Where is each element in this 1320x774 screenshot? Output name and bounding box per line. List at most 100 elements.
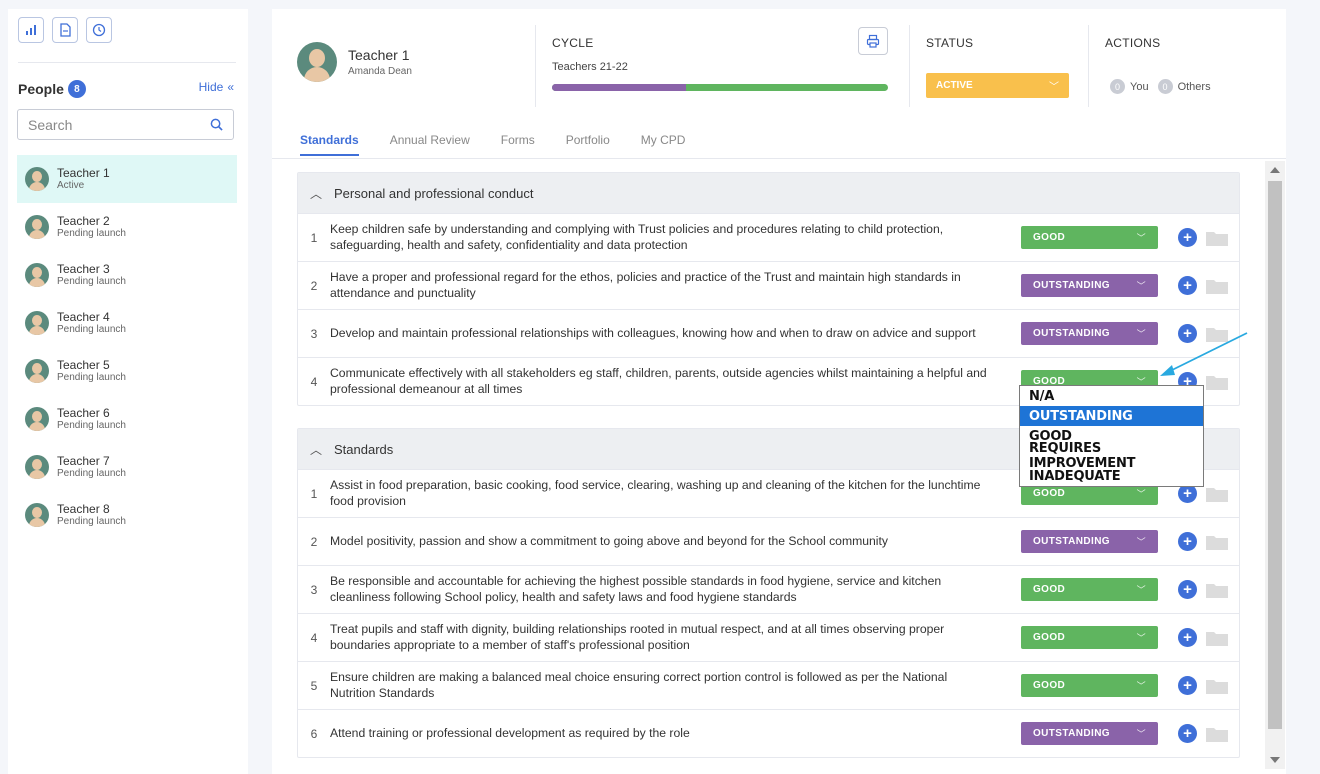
add-evidence-button[interactable]: + [1178,676,1197,695]
rating-select[interactable]: GOOD ﹀ [1021,626,1158,649]
avatar [25,455,49,479]
others-count-badge: 0 [1157,79,1173,94]
chevron-down-icon: ﹀ [1136,729,1146,739]
row-text: Assist in food preparation, basic cookin… [330,477,981,508]
others-label[interactable]: Others [1178,81,1211,93]
rating-option[interactable]: REQUIRES IMPROVEMENT [1020,441,1203,471]
folder-icon[interactable] [1206,630,1228,646]
person-status: Active [57,180,85,192]
person-item[interactable]: Teacher 6 Pending launch [17,395,237,443]
document-icon[interactable] [52,17,78,43]
rating-option[interactable]: OUTSTANDING [1020,406,1203,426]
header-person-subname: Amanda Dean [348,65,412,77]
row-number: 2 [310,534,318,549]
content-scrollbar[interactable] [1265,161,1285,769]
status-value: ACTIVE [936,80,973,91]
rating-option[interactable]: N/A [1020,386,1203,406]
standard-row: 2 Model positivity, passion and show a c… [298,517,1239,565]
rating-select[interactable]: GOOD ﹀ [1021,674,1158,697]
add-evidence-button[interactable]: + [1178,628,1197,647]
search-input[interactable] [28,116,210,133]
tab-standards[interactable]: Standards [300,133,359,156]
scroll-thumb[interactable] [1268,181,1282,729]
folder-icon[interactable] [1206,726,1228,742]
section-header[interactable]: ︿ Personal and professional conduct [298,173,1239,213]
print-button[interactable] [858,27,888,55]
hide-sidebar-link[interactable]: Hide « [199,80,234,94]
tab-my-cpd[interactable]: My CPD [641,133,686,156]
add-evidence-button[interactable]: + [1178,724,1197,743]
person-status: Pending launch [57,228,126,240]
chevron-down-icon: ﹀ [1136,233,1146,243]
standard-row: 3 Develop and maintain professional rela… [298,309,1239,357]
sidebar: People 8 Hide « Teacher 1Active Teacher … [8,9,248,774]
person-status: Pending launch [57,420,126,432]
add-evidence-button[interactable]: + [1178,228,1197,247]
actions-label: ACTIONS [1105,36,1161,50]
people-heading: People 8 [18,80,86,98]
you-label[interactable]: You [1130,81,1149,93]
folder-icon[interactable] [1206,486,1228,502]
person-name: Teacher 1 [57,165,110,180]
chevron-down-icon: ﹀ [1136,681,1146,691]
person-name: Teacher 7 [57,453,110,468]
rating-select[interactable]: OUTSTANDING ﹀ [1021,722,1158,745]
tabs-divider [272,158,1286,159]
person-item[interactable]: Teacher 7 Pending launch [17,443,237,491]
person-item[interactable]: Teacher 5 Pending launch [17,347,237,395]
person-item[interactable]: Teacher 1 Active [17,155,237,203]
row-text: Ensure children are making a balanced me… [330,669,948,700]
person-item[interactable]: Teacher 8 Pending launch [17,491,237,539]
rating-select[interactable]: OUTSTANDING ﹀ [1021,322,1158,345]
person-item[interactable]: Teacher 4 Pending launch [17,299,237,347]
row-text: Develop and maintain professional relati… [330,325,976,340]
scroll-down-arrow[interactable] [1270,757,1280,763]
avatar [25,263,49,287]
rating-select[interactable]: OUTSTANDING ﹀ [1021,530,1158,553]
person-item[interactable]: Teacher 3 Pending launch [17,251,237,299]
standard-row: 3 Be responsible and accountable for ach… [298,565,1239,613]
rating-value: OUTSTANDING [1033,728,1110,739]
tab-portfolio[interactable]: Portfolio [566,133,610,156]
folder-icon[interactable] [1206,678,1228,694]
chevron-down-icon: ﹀ [1136,633,1146,643]
double-chevron-left-icon: « [227,80,234,94]
row-text: Have a proper and professional regard fo… [330,269,961,300]
tab-annual-review[interactable]: Annual Review [390,133,470,156]
rating-select[interactable]: GOOD ﹀ [1021,578,1158,601]
folder-icon[interactable] [1206,278,1228,294]
rating-value: GOOD [1033,584,1066,595]
you-count-badge: 0 [1110,79,1125,94]
header-person: Teacher 1 Amanda Dean [297,42,412,82]
rating-select[interactable]: OUTSTANDING ﹀ [1021,274,1158,297]
folder-icon[interactable] [1206,534,1228,550]
tab-forms[interactable]: Forms [501,133,535,156]
avatar [25,215,49,239]
status-select[interactable]: ACTIVE ﹀ [926,73,1069,98]
add-evidence-button[interactable]: + [1178,532,1197,551]
search-icon[interactable] [210,118,223,131]
chevron-down-icon: ﹀ [1136,489,1146,499]
tab-bar: Standards Annual Review Forms Portfolio … [300,133,716,156]
row-text: Model positivity, passion and show a com… [330,533,888,548]
search-box [17,109,234,140]
standard-row: 5 Ensure children are making a balanced … [298,661,1239,709]
person-name: Teacher 2 [57,213,110,228]
person-item[interactable]: Teacher 2 Pending launch [17,203,237,251]
add-evidence-button[interactable]: + [1178,276,1197,295]
row-number: 6 [310,726,318,741]
folder-icon[interactable] [1206,582,1228,598]
clock-icon[interactable] [86,17,112,43]
scroll-up-arrow[interactable] [1270,167,1280,173]
rating-select[interactable]: GOOD ﹀ [1021,226,1158,249]
rating-dropdown-list: N/A OUTSTANDING GOOD REQUIRES IMPROVEMEN… [1019,385,1204,487]
printer-icon [866,34,880,48]
row-number: 3 [310,326,318,341]
add-evidence-button[interactable]: + [1178,580,1197,599]
folder-icon[interactable] [1206,230,1228,246]
avatar [25,407,49,431]
header-divider [909,25,910,107]
chevron-down-icon: ﹀ [1136,329,1146,339]
person-name: Teacher 8 [57,501,110,516]
chart-icon[interactable] [18,17,44,43]
